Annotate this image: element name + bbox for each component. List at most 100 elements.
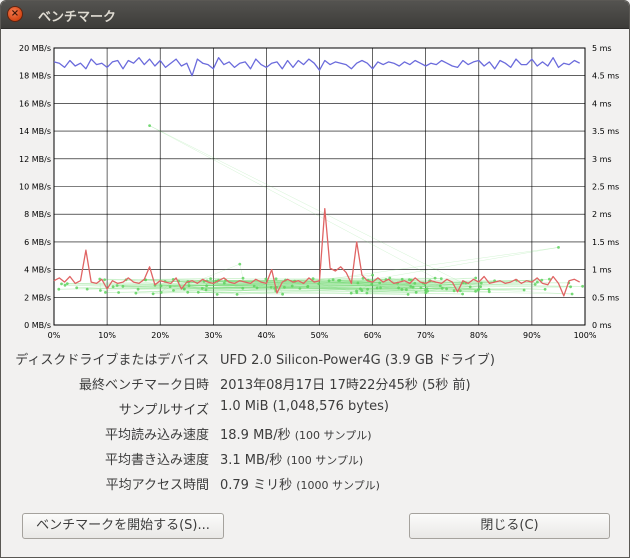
access-time-point: [111, 285, 115, 289]
x-tick-label: 60%: [364, 331, 382, 340]
right-tick-label: 4.5 ms: [592, 72, 619, 81]
access-time-point: [338, 279, 342, 282]
access-time-point: [222, 281, 226, 285]
access-time-point: [274, 277, 278, 281]
access-time-point: [356, 281, 360, 285]
access-time-point: [269, 286, 273, 289]
x-tick-label: 20%: [151, 331, 169, 340]
access-time-point: [413, 281, 417, 285]
access-time-point: [327, 279, 331, 283]
access-time-point: [104, 291, 107, 294]
access-time-point: [75, 286, 79, 290]
access-time-point: [241, 276, 245, 280]
access-time-point: [151, 292, 155, 296]
access-time-point: [452, 289, 456, 293]
access-time-point: [439, 277, 443, 281]
access-time-point: [419, 286, 423, 290]
access-time-point: [235, 293, 239, 296]
info-label: ディスクドライブまたはデバイス: [15, 353, 209, 368]
info-label: サンプルサイズ: [118, 403, 209, 418]
right-tick-label: 2 ms: [592, 210, 612, 219]
access-time-point: [379, 286, 382, 290]
info-row-device: ディスクドライブまたはデバイス UFD 2.0 Silicon-Power4G …: [1, 349, 629, 371]
info-value: 18.9 MB/秒 (100 サンプル): [220, 428, 372, 443]
right-tick-label: 1 ms: [592, 266, 612, 275]
access-time-point: [414, 291, 418, 294]
access-time-point: [349, 291, 353, 295]
benchmark-chart: 0% 10% 20% 30% 40% 50% 60% 70% 80% 90% 100% 0 MB/s 0…: [1, 29, 629, 344]
access-time-point: [397, 286, 400, 290]
left-tick-label: 0 MB/s: [24, 321, 51, 330]
right-tick-label: 5 ms: [592, 44, 612, 53]
x-tick-label: 80%: [470, 331, 488, 340]
info-label: 最終ベンチマーク日時: [78, 378, 209, 393]
x-tick-label: 10%: [98, 331, 116, 340]
right-tick-label: 0.5 ms: [592, 293, 619, 302]
access-time-point: [115, 284, 119, 287]
close-button[interactable]: 閉じる(C): [409, 513, 610, 539]
access-time-point: [522, 288, 526, 292]
access-time-point: [134, 291, 138, 295]
access-time-point: [570, 292, 574, 296]
access-time-point: [57, 287, 61, 291]
access-time-point: [406, 293, 410, 296]
access-time-point: [476, 288, 480, 292]
info-value: 2013年08月17日 17時22分45秒 (5秒 前): [220, 378, 471, 393]
access-time-point: [461, 292, 464, 296]
right-tick-label: 1.5 ms: [592, 238, 619, 247]
right-tick-label: 0 ms: [592, 321, 612, 330]
access-time-point: [103, 278, 106, 282]
right-tick-label: 3.5 ms: [592, 127, 619, 136]
access-time-point: [474, 289, 477, 293]
access-time-point: [479, 285, 482, 288]
left-tick-label: 8 MB/s: [24, 210, 51, 219]
info-label: 平均読み込み速度: [104, 428, 209, 443]
left-tick-label: 18 MB/s: [19, 72, 51, 81]
access-time-point: [117, 291, 120, 294]
access-time-point: [468, 285, 472, 289]
access-time-point: [440, 287, 444, 290]
access-time-point: [159, 291, 163, 294]
access-time-point: [411, 285, 415, 289]
access-time-point: [569, 285, 572, 289]
access-time-point: [215, 293, 219, 296]
access-time-point: [148, 124, 152, 127]
access-time-point: [487, 288, 491, 291]
access-time-point: [121, 284, 125, 288]
access-time-point: [159, 284, 163, 288]
left-tick-label: 10 MB/s: [19, 183, 51, 192]
access-time-point: [264, 277, 268, 281]
access-time-point: [581, 284, 584, 288]
access-time-point: [63, 283, 67, 287]
start-benchmark-button[interactable]: ベンチマークを開始する(S)...: [22, 513, 224, 539]
info-row-last-benchmark: 最終ベンチマーク日時 2013年08月17日 17時22分45秒 (5秒 前): [1, 374, 629, 396]
x-tick-label: 50%: [311, 331, 329, 340]
access-time-point: [557, 246, 560, 249]
info-value: 0.79 ミリ秒 (1000 サンプル): [220, 478, 380, 493]
benchmark-chart-svg: 0% 10% 20% 30% 40% 50% 60% 70% 80% 90% 100% 0 MB/s 0…: [19, 44, 619, 340]
window-title: ベンチマーク: [38, 10, 117, 25]
access-time-point: [445, 287, 448, 291]
access-time-point: [136, 287, 140, 291]
access-time-point: [365, 291, 369, 295]
access-time-point: [378, 281, 382, 285]
access-time-point: [426, 289, 429, 293]
access-time-point: [400, 288, 404, 291]
left-tick-label: 20 MB/s: [19, 44, 51, 53]
access-time-point: [172, 289, 175, 292]
info-value: 3.1 MB/秒 (100 サンプル): [220, 453, 364, 468]
close-window-icon[interactable]: ×: [7, 6, 23, 22]
info-label: 平均書き込み速度: [104, 453, 209, 468]
access-time-point: [200, 287, 204, 290]
access-time-point: [205, 284, 209, 288]
left-tick-label: 6 MB/s: [24, 238, 51, 247]
info-value: 1.0 MiB (1,048,576 bytes): [220, 399, 389, 414]
x-tick-label: 30%: [204, 331, 222, 340]
info-value: UFD 2.0 Silicon-Power4G (3.9 GB ドライブ): [220, 353, 495, 368]
access-time-point: [290, 284, 294, 288]
info-row-access-time: 平均アクセス時間 0.79 ミリ秒 (1000 サンプル): [1, 474, 629, 496]
access-time-point: [252, 284, 256, 288]
access-time-point: [196, 290, 200, 294]
info-row-sample-size: サンプルサイズ 1.0 MiB (1,048,576 bytes): [1, 399, 629, 421]
title-bar: × ベンチマーク: [1, 1, 629, 29]
